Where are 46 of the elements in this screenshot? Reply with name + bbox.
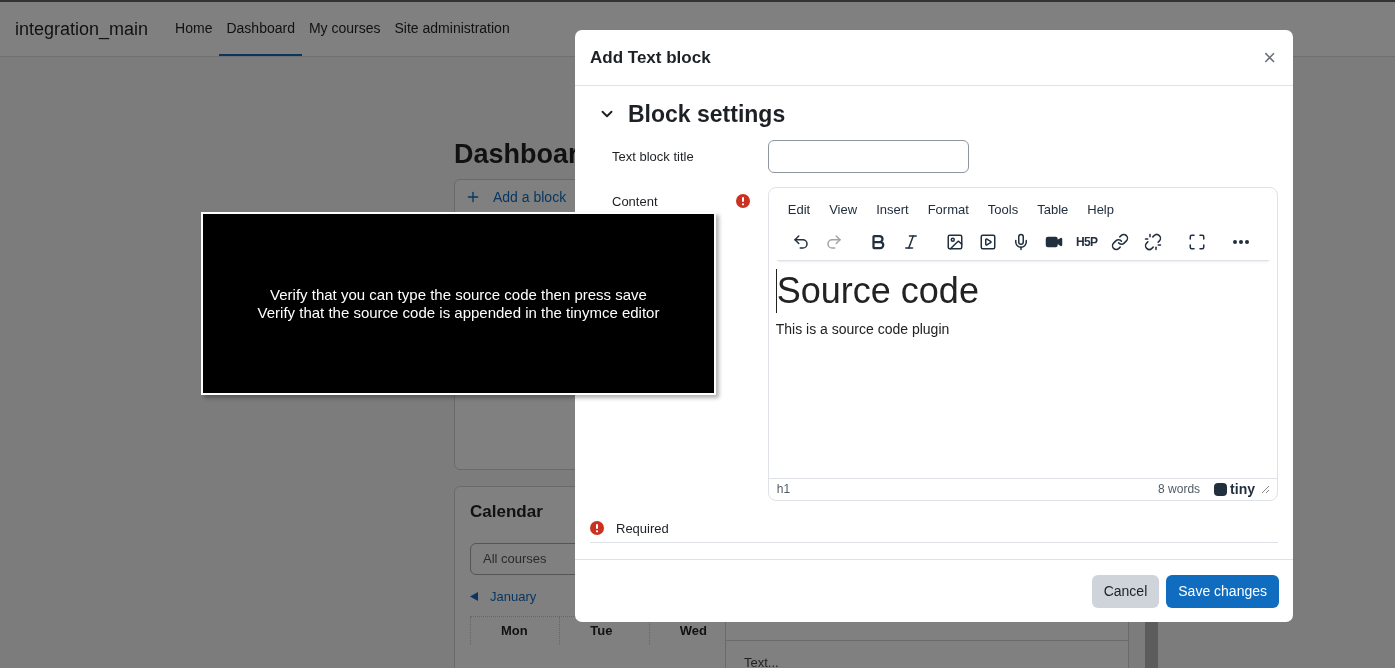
editor-menu-item[interactable]: Edit bbox=[778, 199, 820, 219]
word-count: 8 words bbox=[1158, 481, 1201, 498]
undo-icon bbox=[791, 233, 810, 251]
play-icon bbox=[978, 233, 997, 251]
instruction-text: Verify that the source code is appended in the tinymce editor bbox=[257, 303, 660, 322]
element-path[interactable]: h1 bbox=[776, 480, 791, 498]
editor-heading: Source code bbox=[775, 269, 979, 313]
editor-paragraph: This is a source code plugin bbox=[775, 320, 951, 339]
fullscreen-icon bbox=[1187, 233, 1206, 251]
field-label: Text block title bbox=[611, 147, 695, 166]
editor-menu-item[interactable]: Tools bbox=[978, 199, 1028, 219]
page-title: Dashboar bbox=[454, 138, 579, 171]
tiny-logo[interactable]: tiny bbox=[1214, 478, 1255, 500]
previous-icon[interactable] bbox=[470, 591, 478, 601]
field-label: Content bbox=[612, 193, 658, 209]
image-icon bbox=[945, 233, 964, 251]
link-icon bbox=[1110, 233, 1129, 251]
toolbar-button[interactable]: H5P bbox=[1071, 231, 1102, 253]
required-note: Required bbox=[616, 519, 669, 538]
calendar-title: Calendar bbox=[470, 501, 544, 523]
dialog-title: Add Text block bbox=[590, 46, 711, 69]
nav-link[interactable]: Dashboard bbox=[219, 2, 302, 56]
resize-handle-icon[interactable] bbox=[1261, 485, 1269, 493]
redo-icon bbox=[824, 233, 843, 251]
plus-icon bbox=[465, 189, 481, 205]
title-input[interactable] bbox=[768, 139, 969, 173]
save-button[interactable]: Save changes bbox=[1166, 574, 1279, 608]
more-icon bbox=[1232, 240, 1249, 244]
required-icon bbox=[590, 521, 604, 536]
cancel-button[interactable]: Cancel bbox=[1091, 574, 1160, 608]
h5p-icon: H5P bbox=[1076, 233, 1098, 251]
editor-menu-item[interactable]: Help bbox=[1078, 199, 1123, 219]
section-toggle[interactable]: Block settings bbox=[590, 97, 1278, 132]
nav-link[interactable]: Home bbox=[168, 2, 220, 56]
tiny-icon bbox=[1214, 482, 1228, 496]
close-button[interactable]: × bbox=[1261, 46, 1278, 69]
nav-link[interactable]: Site administration bbox=[387, 2, 517, 56]
editor-menu-item[interactable]: View bbox=[820, 199, 867, 219]
weekday-header: Mon bbox=[470, 617, 560, 645]
editor-menu-item[interactable]: Table bbox=[1028, 199, 1078, 219]
unlink-icon bbox=[1143, 233, 1162, 251]
editor-menu-item[interactable]: Format bbox=[918, 199, 978, 219]
editor-menu-item[interactable]: Insert bbox=[867, 199, 918, 219]
nav-link[interactable]: My courses bbox=[301, 2, 388, 56]
instruction-text: Verify that you can type the source code then press save bbox=[270, 285, 647, 304]
site-name[interactable]: integration_main bbox=[15, 15, 149, 43]
